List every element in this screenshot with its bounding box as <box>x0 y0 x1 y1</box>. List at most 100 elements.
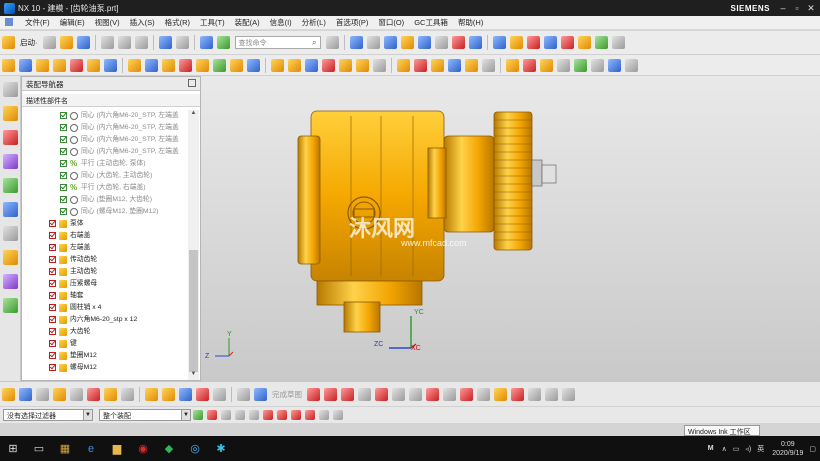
checkbox[interactable] <box>60 112 67 119</box>
touch-mode-icon[interactable] <box>216 36 230 49</box>
constraint-row[interactable]: 同心 (垫圈M12, 大齿轮) <box>22 194 188 206</box>
snap-existing-icon[interactable] <box>319 410 329 420</box>
checkbox[interactable] <box>49 304 56 311</box>
analysis-icon[interactable] <box>509 36 523 49</box>
replay-icon[interactable] <box>196 387 209 401</box>
column-header[interactable]: 描述性部件名 <box>22 94 200 107</box>
minimize-icon[interactable]: – <box>776 0 790 16</box>
ime-mode-icon[interactable]: M <box>708 445 714 452</box>
web-browser-icon[interactable] <box>3 202 18 217</box>
auto-constrain-icon[interactable] <box>545 387 558 401</box>
menu-item[interactable]: 窗口(O) <box>373 17 409 28</box>
checkbox[interactable] <box>60 124 67 131</box>
app-menu-icon[interactable] <box>0 18 20 27</box>
component-row[interactable]: 轴套 <box>22 290 188 302</box>
nx-app-icon[interactable]: ✱ <box>208 436 234 461</box>
sketch-menu-icon[interactable] <box>2 387 15 401</box>
constraint-row[interactable]: 同心 (内六角M6-20_STP, 左端盖 <box>22 122 188 134</box>
process-studio-icon[interactable] <box>3 274 18 289</box>
dimension-icon[interactable] <box>494 387 507 401</box>
snap-icon[interactable] <box>543 36 557 49</box>
suppress-icon[interactable] <box>162 387 175 401</box>
maximize-panel-icon[interactable] <box>188 79 196 87</box>
menu-item[interactable]: 编辑(E) <box>55 17 90 28</box>
folder-icon[interactable]: ▆ <box>104 436 130 461</box>
fit-view-icon[interactable] <box>349 36 363 49</box>
menu-item[interactable]: 帮助(H) <box>453 17 488 28</box>
profile-icon[interactable] <box>307 387 320 401</box>
snap-center-icon[interactable] <box>291 410 301 420</box>
zoom-icon[interactable] <box>19 387 32 401</box>
checkbox[interactable] <box>49 292 56 299</box>
draft-icon[interactable] <box>179 58 192 72</box>
component-row[interactable]: 左端盖 <box>22 242 188 254</box>
wave-link-icon[interactable] <box>104 387 117 401</box>
parameters-icon[interactable] <box>213 387 226 401</box>
component-row[interactable]: 螺母M12 <box>22 362 188 374</box>
checkbox[interactable] <box>49 280 56 287</box>
constraint-row[interactable]: 同心 (内六角M6-20_STP, 左端盖 <box>22 146 188 158</box>
task-view-icon[interactable]: ▭ <box>26 436 52 461</box>
scroll-thumb[interactable] <box>189 250 198 372</box>
menu-item[interactable]: 视图(V) <box>90 17 125 28</box>
history-icon[interactable] <box>3 226 18 241</box>
mirror-curve-icon[interactable] <box>477 387 490 401</box>
snap-endpoint-icon[interactable] <box>263 410 273 420</box>
thread-icon[interactable] <box>465 58 478 72</box>
edge-browser-icon[interactable]: e <box>78 436 104 461</box>
snap-point-icon[interactable] <box>36 387 49 401</box>
network-icon[interactable]: ▭ <box>733 445 740 453</box>
mirror-icon[interactable] <box>213 58 226 72</box>
table-icon[interactable] <box>608 58 621 72</box>
menu-item[interactable]: 信息(I) <box>265 17 297 28</box>
menu-item[interactable]: 分析(L) <box>297 17 331 28</box>
checkbox[interactable] <box>60 196 67 203</box>
checkbox[interactable] <box>49 328 56 335</box>
background-icon[interactable] <box>417 36 431 49</box>
system-materials-icon[interactable] <box>3 250 18 265</box>
checkbox[interactable] <box>49 352 56 359</box>
new-file-icon[interactable] <box>42 36 56 49</box>
checkbox[interactable] <box>49 340 56 347</box>
fillet-icon[interactable] <box>375 387 388 401</box>
menu-item[interactable]: 插入(S) <box>125 17 160 28</box>
qq-browser-icon[interactable]: ◎ <box>182 436 208 461</box>
reorder-icon[interactable] <box>179 387 192 401</box>
select-edge-icon[interactable] <box>249 410 259 420</box>
emboss-icon[interactable] <box>482 58 495 72</box>
mirror-assembly-icon[interactable] <box>339 58 352 72</box>
clearance-icon[interactable] <box>560 36 574 49</box>
checkbox[interactable] <box>60 148 67 155</box>
constraint-row[interactable]: 同心 (大齿轮, 主动齿轮) <box>22 170 188 182</box>
component-row[interactable]: 右端盖 <box>22 230 188 242</box>
replace-face-icon[interactable] <box>540 58 553 72</box>
finish-sketch-icon[interactable] <box>254 387 267 401</box>
menu-item[interactable]: 装配(A) <box>230 17 265 28</box>
gc-tool-icon[interactable] <box>557 58 570 72</box>
netease-music-icon[interactable]: ◉ <box>130 436 156 461</box>
chevron-down-icon[interactable]: ▼ <box>181 410 190 420</box>
edit-section-icon[interactable] <box>400 36 414 49</box>
orient-view-icon[interactable] <box>366 36 380 49</box>
chamfer-icon[interactable] <box>145 58 158 72</box>
checkbox[interactable] <box>60 208 67 215</box>
select-body-icon[interactable] <box>221 410 231 420</box>
assembly-icon[interactable] <box>492 36 506 49</box>
cut-icon[interactable] <box>100 36 114 49</box>
type-filter-select[interactable]: 没有选择过滤器 ▼ <box>3 409 93 421</box>
new-component-icon[interactable] <box>288 58 301 72</box>
constraint-row[interactable]: 同心 (内六角M6-20_STP, 左端盖 <box>22 134 188 146</box>
circle-icon[interactable] <box>358 387 371 401</box>
rectangle-icon[interactable] <box>392 387 405 401</box>
scroll-up-icon[interactable]: ▲ <box>188 110 199 119</box>
trim-body-icon[interactable] <box>230 58 243 72</box>
select-feature-icon[interactable] <box>207 410 217 420</box>
checkbox[interactable] <box>49 268 56 275</box>
options-icon[interactable] <box>611 36 625 49</box>
sketch-trim-icon[interactable] <box>426 387 439 401</box>
help-icon[interactable] <box>325 36 339 49</box>
section-icon[interactable] <box>448 58 461 72</box>
hole-icon[interactable] <box>70 58 83 72</box>
constraint-row[interactable]: % 平行 (大齿轮, 右端盖) <box>22 182 188 194</box>
spring-icon[interactable] <box>591 58 604 72</box>
